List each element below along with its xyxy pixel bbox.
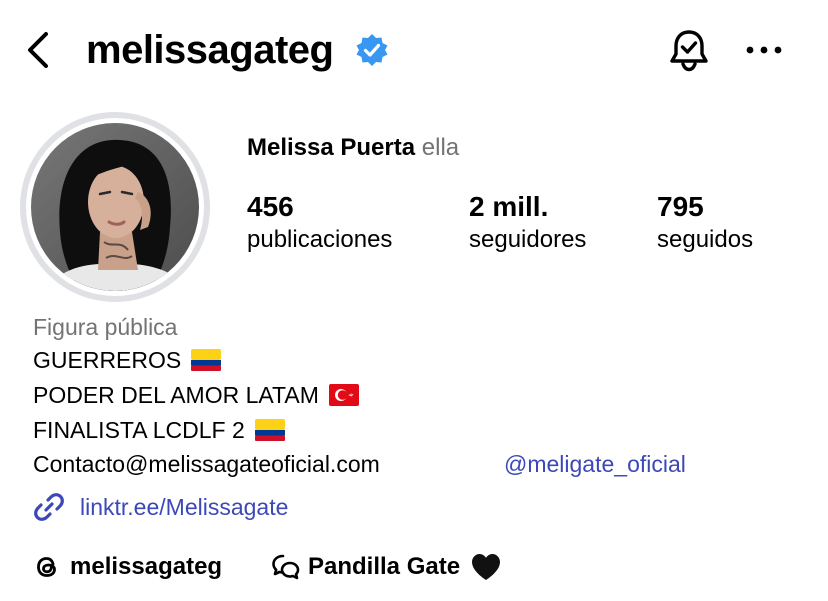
profile-photo [26, 118, 204, 296]
bell-check-icon [670, 30, 708, 72]
broadcast-channel-link[interactable]: Pandilla Gate [270, 548, 502, 586]
threads-handle: melissagateg [70, 553, 223, 580]
posts-label: publicaciones [247, 226, 393, 253]
broadcast-channel-icon [272, 554, 300, 580]
following-label: seguidos [657, 226, 754, 253]
link-text: linktr.ee/Melissagate [80, 493, 289, 520]
notifications-button[interactable] [665, 26, 713, 74]
followers-label: seguidores [469, 226, 587, 253]
external-link[interactable]: linktr.ee/Melissagate [32, 490, 288, 524]
back-button[interactable] [22, 28, 58, 72]
threads-icon [37, 557, 56, 577]
black-heart-icon [472, 554, 501, 580]
more-horizontal-icon [746, 46, 782, 54]
pronouns-text: ella [421, 134, 460, 161]
bio-line-text: GUERREROS [33, 347, 182, 373]
stat-following[interactable]: 795 seguidos [657, 190, 753, 256]
profile-full-name: Melissa Puerta ella [247, 133, 459, 163]
bio-line-text: PODER DEL AMOR LATAM [33, 382, 319, 408]
posts-count: 456 [247, 191, 294, 222]
colombia-flag-icon [191, 349, 222, 371]
stat-followers[interactable]: 2 mill. seguidores [469, 190, 586, 256]
stat-posts[interactable]: 456 publicaciones [247, 190, 392, 256]
full-name-text: Melissa Puerta [247, 134, 416, 161]
turkey-flag-icon [328, 384, 359, 406]
avatar[interactable] [20, 112, 210, 302]
bio-line: GUERREROS [33, 345, 222, 375]
following-count: 795 [657, 191, 704, 222]
bio-contact-email: Contacto@melissagateoficial.com [33, 451, 380, 477]
more-options-button[interactable] [742, 38, 786, 62]
bio-line: FINALISTA LCDLF 2 [33, 415, 285, 445]
channel-name: Pandilla Gate [308, 553, 461, 580]
link-icon [34, 493, 64, 521]
colombia-flag-icon [254, 419, 285, 441]
bio-line-text: FINALISTA LCDLF 2 [33, 417, 245, 443]
threads-badge[interactable]: melissagateg [32, 548, 222, 586]
profile-category: Figura pública [33, 314, 178, 340]
followers-count: 2 mill. [469, 191, 549, 222]
profile-username: melissagateg [86, 28, 334, 72]
chevron-left-icon [28, 32, 48, 68]
bio-mention-link[interactable]: @meligate_oficial [504, 449, 686, 479]
verified-badge-icon [355, 33, 389, 67]
bio-line: PODER DEL AMOR LATAM [33, 380, 359, 410]
